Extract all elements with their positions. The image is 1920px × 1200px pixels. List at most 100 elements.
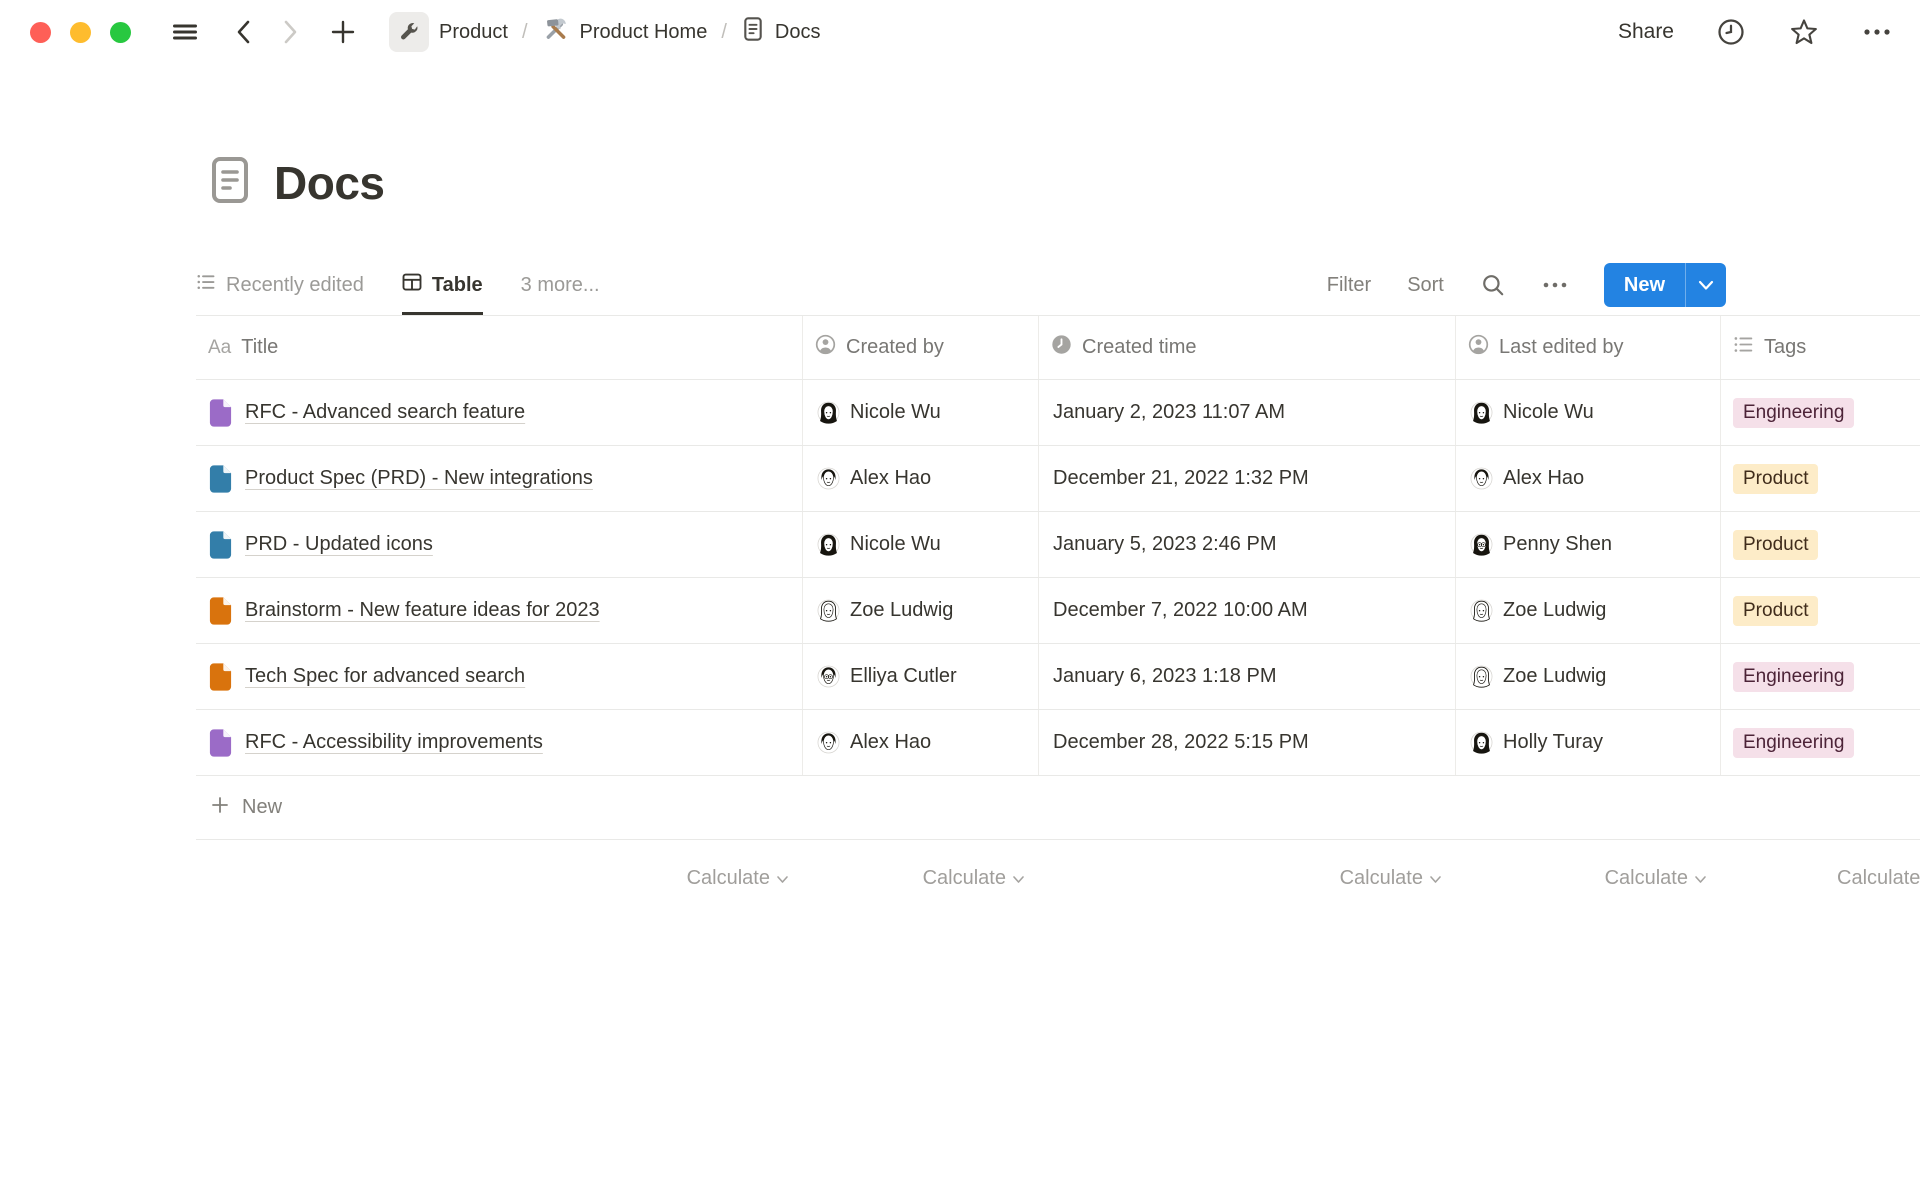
zoom-window-button[interactable] [110, 22, 131, 43]
calculate-tags[interactable]: Calculate [1721, 840, 1920, 910]
doc-title: Brainstorm - New feature ideas for 2023 [245, 599, 600, 622]
column-header-title[interactable]: AaTitle [196, 316, 803, 379]
created-time-cell[interactable]: December 28, 2022 5:15 PM [1039, 710, 1456, 775]
doc-title-cell[interactable]: Product Spec (PRD) - New integrations [196, 446, 803, 511]
table-row[interactable]: PRD - Updated icons Nicole Wu January 5,… [196, 512, 1920, 578]
avatar [1470, 665, 1493, 688]
person-name: Nicole Wu [1503, 401, 1594, 424]
created-by-cell[interactable]: Alex Hao [803, 710, 1039, 775]
created-by-cell[interactable]: Nicole Wu [803, 512, 1039, 577]
wrench-icon [389, 12, 429, 52]
breadcrumb-item-product-home[interactable]: Product Home [542, 15, 708, 49]
add-new-row[interactable]: New [196, 776, 1920, 840]
created-time-cell[interactable]: January 6, 2023 1:18 PM [1039, 644, 1456, 709]
avatar [817, 467, 840, 490]
sidebar-menu-icon[interactable] [171, 20, 199, 44]
person-name: Alex Hao [1503, 467, 1584, 490]
column-header-tags[interactable]: Tags [1721, 316, 1920, 379]
close-window-button[interactable] [30, 22, 51, 43]
more-options-icon[interactable] [1862, 27, 1892, 37]
avatar [1470, 599, 1493, 622]
page-doc-icon[interactable] [206, 154, 254, 211]
last-edited-by-cell[interactable]: Nicole Wu [1456, 380, 1721, 445]
text-type-icon: Aa [208, 336, 231, 359]
column-header-label: Last edited by [1499, 336, 1624, 359]
created-time-cell[interactable]: December 21, 2022 1:32 PM [1039, 446, 1456, 511]
breadcrumb-label: Product [439, 21, 508, 44]
column-header-last-edited-by[interactable]: Last edited by [1456, 316, 1721, 379]
created-time-cell[interactable]: December 7, 2022 10:00 AM [1039, 578, 1456, 643]
clock-icon [1051, 334, 1072, 361]
column-header-created-by[interactable]: Created by [803, 316, 1039, 379]
calculate-label: Calculate [923, 867, 1006, 890]
tags-cell[interactable]: Product [1721, 446, 1920, 511]
sort-button[interactable]: Sort [1407, 274, 1444, 297]
doc-title-cell[interactable]: PRD - Updated icons [196, 512, 803, 577]
view-options-icon[interactable] [1542, 281, 1568, 289]
column-header-created-time[interactable]: Created time [1039, 316, 1456, 379]
person-icon [815, 334, 836, 361]
avatar [817, 533, 840, 556]
updates-clock-icon[interactable] [1716, 17, 1746, 47]
last-edited-by-cell[interactable]: Holly Turay [1456, 710, 1721, 775]
search-icon[interactable] [1480, 272, 1506, 298]
share-button[interactable]: Share [1618, 20, 1674, 44]
doc-title-cell[interactable]: RFC - Advanced search feature [196, 380, 803, 445]
last-edited-by-cell[interactable]: Penny Shen [1456, 512, 1721, 577]
breadcrumb-item-docs[interactable]: Docs [741, 16, 821, 48]
created-by-cell[interactable]: Alex Hao [803, 446, 1039, 511]
filter-button[interactable]: Filter [1327, 274, 1371, 297]
tab-recently-edited[interactable]: Recently edited [196, 255, 364, 315]
page-icon [208, 530, 233, 560]
table-icon [402, 272, 422, 298]
table-row[interactable]: Product Spec (PRD) - New integrations Al… [196, 446, 1920, 512]
created-time-cell[interactable]: January 2, 2023 11:07 AM [1039, 380, 1456, 445]
table-row[interactable]: Brainstorm - New feature ideas for 2023 … [196, 578, 1920, 644]
docs-table: AaTitleCreated byCreated time Last edited… [196, 315, 1920, 910]
tags-cell[interactable]: Engineering [1721, 710, 1920, 775]
tab-table[interactable]: Table [402, 255, 483, 315]
favorite-star-icon[interactable] [1788, 17, 1820, 47]
doc-title: RFC - Accessibility improvements [245, 731, 543, 754]
last-edited-by-cell[interactable]: Alex Hao [1456, 446, 1721, 511]
list-icon [1733, 334, 1754, 361]
doc-title: Tech Spec for advanced search [245, 665, 525, 688]
created-by-cell[interactable]: Nicole Wu [803, 380, 1039, 445]
calculate-created-time[interactable]: Calculate [1039, 840, 1456, 910]
doc-title-cell[interactable]: Brainstorm - New feature ideas for 2023 [196, 578, 803, 643]
created-by-cell[interactable]: Zoe Ludwig [803, 578, 1039, 643]
tag-pill: Engineering [1733, 728, 1854, 758]
tags-cell[interactable]: Product [1721, 512, 1920, 577]
person-icon [1468, 334, 1489, 361]
created-time-cell[interactable]: January 5, 2023 2:46 PM [1039, 512, 1456, 577]
hammer-wrench-icon [542, 15, 570, 49]
new-page-icon[interactable] [329, 18, 357, 46]
new-button-label[interactable]: New [1604, 263, 1685, 307]
tab-more-views[interactable]: 3 more... [521, 255, 600, 315]
created-by-cell[interactable]: Elliya Cutler [803, 644, 1039, 709]
table-row[interactable]: Tech Spec for advanced search Elliya Cut… [196, 644, 1920, 710]
tags-cell[interactable]: Product [1721, 578, 1920, 643]
doc-title: Product Spec (PRD) - New integrations [245, 467, 593, 490]
calculate-title[interactable]: Calculate [196, 840, 803, 910]
last-edited-by-cell[interactable]: Zoe Ludwig [1456, 578, 1721, 643]
person-name: Nicole Wu [850, 401, 941, 424]
last-edited-by-cell[interactable]: Zoe Ludwig [1456, 644, 1721, 709]
breadcrumb-label: Docs [775, 21, 821, 44]
tags-cell[interactable]: Engineering [1721, 380, 1920, 445]
back-icon[interactable] [231, 18, 257, 46]
new-button[interactable]: New [1604, 263, 1726, 307]
table-row[interactable]: RFC - Accessibility improvements Alex Ha… [196, 710, 1920, 776]
doc-title-cell[interactable]: RFC - Accessibility improvements [196, 710, 803, 775]
doc-title-cell[interactable]: Tech Spec for advanced search [196, 644, 803, 709]
avatar [817, 401, 840, 424]
minimize-window-button[interactable] [70, 22, 91, 43]
person-name: Elliya Cutler [850, 665, 957, 688]
forward-icon[interactable] [277, 18, 303, 46]
breadcrumb-item-product[interactable]: Product [389, 12, 508, 52]
table-row[interactable]: RFC - Advanced search feature Nicole Wu … [196, 380, 1920, 446]
chevron-down-icon[interactable] [1686, 263, 1726, 307]
calculate-created-by[interactable]: Calculate [803, 840, 1039, 910]
calculate-last-edited-by[interactable]: Calculate [1456, 840, 1721, 910]
tags-cell[interactable]: Engineering [1721, 644, 1920, 709]
